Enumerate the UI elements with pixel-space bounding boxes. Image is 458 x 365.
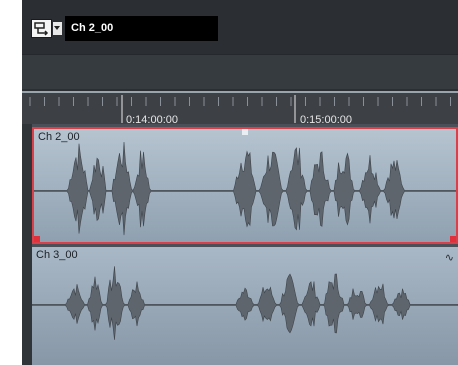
clip-name: Ch 2_00 (38, 131, 80, 143)
ruler-ticks (29, 95, 451, 123)
envelope-icon[interactable]: ∿ (445, 251, 454, 264)
toolbar: Ch 2_00 (22, 0, 458, 54)
clip-handle-bottom-right[interactable] (450, 236, 456, 242)
track-header-strip (22, 124, 32, 365)
audio-clip[interactable]: Ch 3_00 ∿ (32, 247, 458, 365)
track-name-field[interactable]: Ch 2_00 (65, 16, 218, 41)
audio-editor: Ch 2_00 0:14:00:00 0:15:00:00 Ch 2_00 Ch… (22, 0, 458, 365)
chevron-down-icon[interactable] (53, 22, 62, 35)
clip-name: Ch 3_00 (36, 249, 78, 261)
secondary-toolbar (22, 54, 458, 89)
track-routing-icon[interactable] (31, 19, 52, 38)
waveform (32, 266, 458, 340)
audio-clip-selected[interactable]: Ch 2_00 (32, 127, 458, 244)
clip-handle-bottom-left[interactable] (34, 236, 40, 242)
waveform (34, 141, 456, 236)
timeline-ruler[interactable]: 0:14:00:00 0:15:00:00 (22, 91, 458, 127)
clip-marker[interactable] (242, 129, 248, 135)
